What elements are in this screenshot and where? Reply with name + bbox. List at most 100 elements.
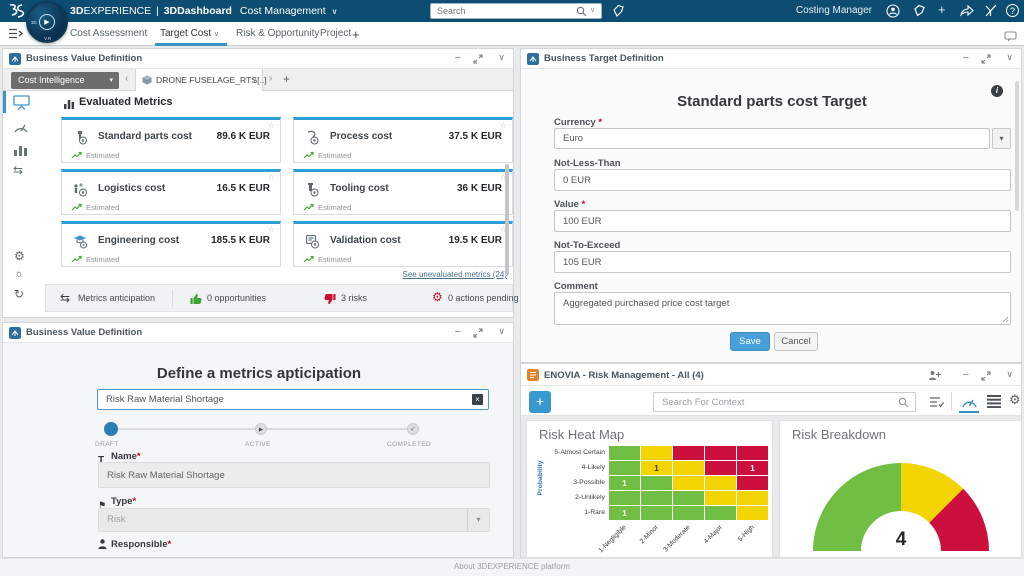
expand-icon[interactable]: [981, 371, 991, 381]
search-icon[interactable]: [898, 397, 909, 408]
compass-vr-label[interactable]: V.R: [44, 36, 51, 41]
panel-menu-chevron-icon[interactable]: ∨: [1006, 52, 1013, 63]
play-icon[interactable]: ▶: [39, 14, 55, 30]
3ds-logo-icon[interactable]: [6, 3, 26, 19]
compass-tag-icon[interactable]: [913, 4, 926, 17]
step-active-dot[interactable]: ▶: [255, 423, 267, 435]
minimize-icon[interactable]: −: [963, 52, 969, 64]
step-draft-dot[interactable]: [104, 422, 118, 436]
expand-icon[interactable]: [981, 54, 991, 64]
settings-icon[interactable]: ⚙: [14, 249, 25, 263]
panel-toggle-icon[interactable]: [8, 28, 24, 39]
clear-icon[interactable]: ×: [472, 394, 483, 405]
cancel-button[interactable]: Cancel: [774, 332, 818, 351]
search-icon[interactable]: [576, 6, 587, 17]
search-scope-chevron-icon[interactable]: ∨: [590, 6, 595, 14]
user-role-label[interactable]: Costing Manager: [796, 0, 872, 22]
dashboard-view-icon[interactable]: [13, 95, 30, 110]
add-tab-icon[interactable]: +: [352, 27, 360, 42]
expand-icon[interactable]: [473, 328, 483, 338]
tag-icon[interactable]: [612, 4, 625, 17]
metric-card-validation[interactable]: ☆ Validation cost 19.5 K EUR Estimated: [293, 221, 513, 267]
risks-label[interactable]: 3 risks: [341, 293, 367, 303]
refresh-icon[interactable]: ↻: [14, 287, 24, 301]
bar-chart-view-icon[interactable]: [13, 143, 28, 156]
opportunities-label[interactable]: 0 opportunities: [207, 293, 266, 303]
debug-icon[interactable]: ☼: [14, 268, 24, 280]
context-chevron-icon[interactable]: ∨: [329, 7, 338, 16]
gauge-segment: [813, 463, 901, 551]
metric-card-standard-parts[interactable]: ☆ Standard parts cost 89.6 K EUR Estimat…: [61, 117, 281, 163]
minimize-icon[interactable]: −: [455, 52, 461, 64]
minimize-icon[interactable]: −: [963, 369, 969, 381]
context-search-field[interactable]: Search For Context: [653, 392, 916, 412]
content-tab-chevron-icon[interactable]: ∨: [252, 76, 257, 84]
content-tab-label[interactable]: DRONE FUSELAGE_RTS[..]: [156, 75, 267, 85]
metric-card-process[interactable]: ☆ Process cost 37.5 K EUR Estimated: [293, 117, 513, 163]
about-link[interactable]: About 3DEXPERIENCE platform: [454, 562, 570, 571]
scrollbar[interactable]: [1015, 81, 1019, 211]
tab-scroll-right-icon[interactable]: ›: [269, 73, 272, 84]
tab-target-cost[interactable]: Target Cost ∨: [160, 28, 219, 39]
source-dropdown[interactable]: Cost Intelligence ▾: [11, 72, 119, 89]
currency-select[interactable]: Euro: [554, 128, 990, 149]
view-settings-icon[interactable]: ⚙: [1009, 392, 1021, 408]
value-input[interactable]: 100 EUR: [554, 210, 1011, 232]
type-select-arrow-icon[interactable]: ▾: [467, 509, 489, 531]
chat-icon[interactable]: [1004, 31, 1017, 42]
source-dropdown-arrow-icon[interactable]: ▾: [109, 72, 113, 89]
not-to-exceed-input[interactable]: 105 EUR: [554, 251, 1011, 273]
favorite-icon[interactable]: ☆: [500, 121, 507, 130]
metric-card-engineering[interactable]: ☆ Engineering cost 185.5 K EUR Estimated: [61, 221, 281, 267]
save-button[interactable]: Save: [730, 332, 770, 351]
actions-pending-label[interactable]: 0 actions pending: [448, 293, 519, 303]
tab-risk-opportunity[interactable]: Risk & Opportunity: [236, 28, 319, 39]
content-tab-drone-fuselage[interactable]: DRONE FUSELAGE_RTS[..] ∨: [135, 69, 263, 91]
name-input[interactable]: Risk Raw Material Shortage: [98, 462, 490, 488]
share-icon[interactable]: [960, 4, 974, 17]
gauge-view-icon[interactable]: [961, 395, 978, 408]
flow-view-icon[interactable]: ⇆: [13, 163, 23, 177]
filter-icon[interactable]: [929, 396, 944, 409]
heatmap-cell: 1: [609, 476, 640, 490]
list-view-icon[interactable]: [987, 395, 1001, 408]
add-content-icon[interactable]: +: [938, 2, 946, 17]
compass-3d-label[interactable]: 3D: [31, 20, 37, 25]
add-content-tab-icon[interactable]: +: [283, 72, 290, 86]
user-icon[interactable]: [886, 4, 900, 18]
tab-cost-assessment[interactable]: Cost Assessment: [70, 28, 147, 39]
metric-card-tooling[interactable]: ☆ Tooling cost 36 K EUR Estimated: [293, 169, 513, 215]
not-less-than-input[interactable]: 0 EUR: [554, 169, 1011, 191]
swym-icon[interactable]: [984, 4, 997, 17]
comment-textarea[interactable]: Aggregated purchased price cost target: [554, 292, 1011, 325]
expand-icon[interactable]: [473, 54, 483, 64]
compass-button[interactable]: ▶ 3D V.R: [26, 1, 68, 43]
context-label[interactable]: Cost Management: [235, 5, 326, 17]
favorite-icon[interactable]: ☆: [268, 173, 275, 182]
tab-scroll-left-icon[interactable]: ‹: [125, 73, 128, 84]
favorite-icon[interactable]: ☆: [268, 225, 275, 234]
tab-project[interactable]: Project: [320, 28, 351, 39]
scrollbar[interactable]: [505, 164, 509, 276]
panel-menu-chevron-icon[interactable]: ∨: [498, 52, 505, 63]
add-risk-button[interactable]: +: [529, 391, 551, 413]
resize-handle-icon[interactable]: [1002, 316, 1009, 323]
gauge-view-icon[interactable]: [13, 121, 29, 133]
help-icon[interactable]: ?: [1006, 4, 1019, 17]
unevaluated-metrics-link[interactable]: See unevaluated metrics (24): [403, 270, 508, 279]
metric-card-logistics[interactable]: ☆ Logistics cost 16.5 K EUR Estimated: [61, 169, 281, 215]
anticipation-search-field[interactable]: Risk Raw Material Shortage ×: [97, 389, 489, 410]
share-user-icon[interactable]: [928, 370, 941, 381]
type-select[interactable]: Risk ▾: [98, 508, 490, 532]
metrics-status-bar: ⇆ Metrics anticipation 0 opportunities 3…: [45, 284, 513, 312]
currency-select-arrow-icon[interactable]: ▾: [992, 128, 1011, 149]
anticipation-label[interactable]: Metrics anticipation: [78, 293, 155, 303]
anticipation-icon[interactable]: ⇆: [60, 291, 70, 305]
panel-menu-chevron-icon[interactable]: ∨: [1006, 369, 1013, 380]
panel-menu-chevron-icon[interactable]: ∨: [498, 326, 505, 337]
tab-target-cost-chevron-icon[interactable]: ∨: [214, 31, 219, 38]
metric-status: Estimated: [318, 151, 351, 160]
favorite-icon[interactable]: ☆: [268, 121, 275, 130]
minimize-icon[interactable]: −: [455, 326, 461, 338]
step-completed-dot[interactable]: ✓: [407, 423, 419, 435]
